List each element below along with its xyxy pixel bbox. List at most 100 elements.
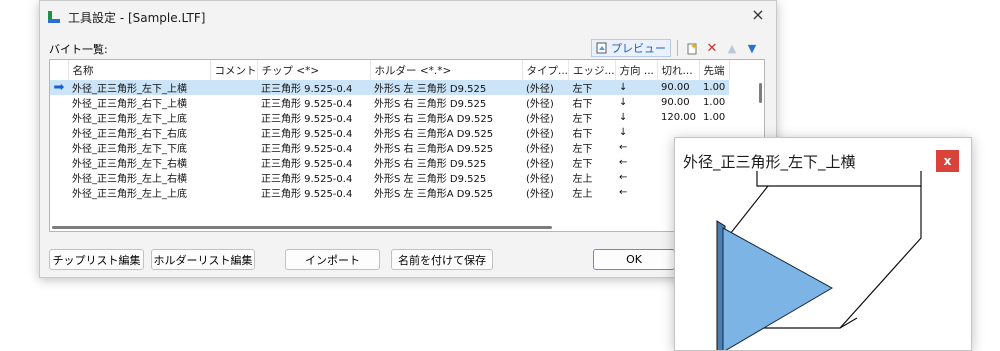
app-logo-icon: [48, 11, 60, 23]
cell-edge: 右下: [572, 129, 593, 140]
col-header-type[interactable]: タイプ...: [522, 60, 570, 80]
holder-list-edit-button[interactable]: ホルダーリスト編集: [151, 249, 255, 270]
cell-type: (外径): [526, 189, 554, 200]
cell-edge: 左下: [572, 114, 593, 125]
cell-comment: [210, 185, 257, 200]
cell-holder: 外形S 右 三角形A D9.525: [374, 114, 494, 125]
cell-name: 外径_正三角形_左下_上底: [72, 114, 187, 125]
preview-label: プレビュー: [611, 42, 666, 55]
col-header-comment[interactable]: コメント: [210, 60, 258, 80]
cell-holder: 外形S 左 三角形 D9.525: [374, 174, 487, 185]
cell-edge: 左上: [572, 189, 593, 200]
cell-direction: ↓: [619, 97, 628, 108]
window-title: 工具設定 - [Sample.LTF]: [68, 11, 206, 25]
col-header-holder[interactable]: ホルダー <*.*>: [370, 60, 523, 80]
move-up-icon[interactable]: ▲: [724, 40, 740, 56]
preview-icon: [596, 42, 607, 54]
table-row[interactable]: 外径_正三角形_左下_下底 正三角形 9.525-0.4 外形S 右 三角形A D9…: [50, 140, 729, 155]
cell-edge: 左下: [572, 159, 593, 170]
row-indicator: [50, 125, 68, 140]
cell-name: 外径_正三角形_左上_上底: [72, 189, 187, 200]
tool-settings-dialog: 工具設定 - [Sample.LTF] × バイト一覧: プレビュー ✕ ▲ ▼: [39, 0, 777, 278]
title-bar: 工具設定 - [Sample.LTF] ×: [40, 1, 776, 31]
cell-tip2: 1.00: [699, 80, 730, 95]
move-down-icon[interactable]: ▼: [744, 40, 760, 56]
col-header-name[interactable]: 名称: [68, 60, 211, 80]
cell-name: 外径_正三角形_左下_下底: [72, 144, 187, 155]
cell-name: 外径_正三角形_左下_右横: [72, 159, 187, 170]
header-indicator: [50, 60, 69, 80]
table-row[interactable]: ➡ 外径_正三角形_左下_上横 正三角形 9.525-0.4 外形S 左 三角形 D9…: [50, 80, 730, 95]
cell-tip: 正三角形 9.525-0.4: [261, 174, 353, 185]
bite-table: 名称 コメント チップ <*> ホルダー <*.*> タイプ... エッジ...…: [50, 60, 730, 200]
tip-list-edit-button[interactable]: チップリスト編集: [49, 249, 144, 270]
cell-edge: 左下: [572, 144, 593, 155]
cell-tip: 正三角形 9.525-0.4: [261, 144, 353, 155]
cell-holder: 外形S 右 三角形 D9.525: [374, 99, 487, 110]
cell-direction: ↓: [615, 80, 658, 95]
row-indicator: [50, 140, 68, 155]
toolbar-separator: [677, 40, 678, 56]
cell-direction: ←: [619, 187, 628, 198]
cell-name: 外径_正三角形_右下_右底: [72, 129, 187, 140]
cell-type: (外径): [526, 99, 554, 110]
table-row[interactable]: 外径_正三角形_左下_右横 正三角形 9.525-0.4 外形S 右 三角形 D9.…: [50, 155, 729, 170]
list-toolbar: プレビュー ✕ ▲ ▼: [591, 38, 764, 58]
cell-type: (外径): [526, 114, 554, 125]
cell-holder: 外形S 右 三角形 D9.525: [374, 159, 487, 170]
cell-holder: 外形S 右 三角形A D9.525: [374, 129, 494, 140]
table-header: 名称 コメント チップ <*> ホルダー <*.*> タイプ... エッジ...…: [50, 60, 730, 80]
cell-tip: 正三角形 9.525-0.4: [261, 159, 353, 170]
cell-cut: 120.00: [661, 112, 697, 123]
cell-comment: [210, 95, 257, 110]
cell-direction: ↓: [619, 112, 628, 123]
cell-tip: 正三角形 9.525-0.4: [261, 189, 353, 200]
preview-popup: 外径_正三角形_左下_上横 x: [674, 137, 972, 351]
tool-preview-drawing: [716, 171, 922, 350]
cell-edge: 左下: [568, 80, 616, 95]
current-row-arrow-icon: ➡: [50, 80, 68, 95]
row-indicator: [50, 185, 68, 200]
table-row[interactable]: 外径_正三角形_左上_上底 正三角形 9.525-0.4 外形S 左 三角形A D9…: [50, 185, 729, 200]
table-row[interactable]: 外径_正三角形_右下_右底 正三角形 9.525-0.4 外形S 右 三角形A D9…: [50, 125, 729, 140]
cell-comment: [210, 110, 257, 125]
cell-cut: 90.00: [657, 80, 700, 95]
cell-name: 外径_正三角形_右下_上横: [72, 99, 187, 110]
table-row[interactable]: 外径_正三角形_右下_上横 正三角形 9.525-0.4 外形S 右 三角形 D9.…: [50, 95, 729, 110]
horizontal-scrollbar[interactable]: [52, 226, 552, 229]
cell-type: (外径): [526, 174, 554, 185]
cell-comment: [210, 155, 257, 170]
import-button[interactable]: インポート: [285, 249, 380, 270]
row-indicator: [50, 95, 68, 110]
cell-edge: 左上: [572, 174, 593, 185]
row-indicator: [50, 170, 68, 185]
close-button[interactable]: ×: [748, 5, 768, 24]
table-row[interactable]: 外径_正三角形_左下_上底 正三角形 9.525-0.4 外形S 右 三角形A D9…: [50, 110, 729, 125]
cell-direction: ←: [619, 172, 628, 183]
col-header-direction[interactable]: 方向 ...: [615, 60, 658, 80]
cell-comment: [210, 80, 257, 95]
col-header-edge[interactable]: エッジ...: [568, 60, 616, 80]
ok-button[interactable]: OK: [593, 249, 675, 270]
cell-tip2: 1.00: [703, 97, 726, 108]
col-header-cut[interactable]: 切れ...: [657, 60, 700, 80]
delete-icon[interactable]: ✕: [704, 40, 720, 56]
cell-holder: 外形S 左 三角形 D9.525: [370, 80, 522, 95]
cell-type: (外径): [522, 80, 569, 95]
row-indicator: [50, 110, 68, 125]
cell-comment: [210, 125, 257, 140]
cell-holder: 外形S 左 三角形A D9.525: [374, 189, 494, 200]
col-header-tip[interactable]: チップ <*>: [257, 60, 371, 80]
cell-edge: 右下: [572, 99, 593, 110]
table-row[interactable]: 外径_正三角形_左上_右横 正三角形 9.525-0.4 外形S 左 三角形 D9.…: [50, 170, 729, 185]
cell-direction: ←: [619, 142, 628, 153]
vertical-scrollbar[interactable]: [759, 83, 762, 103]
cell-holder: 外形S 右 三角形A D9.525: [374, 144, 494, 155]
save-as-button[interactable]: 名前を付けて保存: [391, 249, 493, 270]
new-icon[interactable]: [684, 40, 700, 56]
cell-type: (外径): [526, 129, 554, 140]
col-header-tip2[interactable]: 先端: [699, 60, 730, 80]
preview-button[interactable]: プレビュー: [591, 39, 671, 57]
bite-list-table[interactable]: 名称 コメント チップ <*> ホルダー <*.*> タイプ... エッジ...…: [49, 59, 765, 232]
cell-name: 外径_正三角形_左上_右横: [72, 174, 187, 185]
